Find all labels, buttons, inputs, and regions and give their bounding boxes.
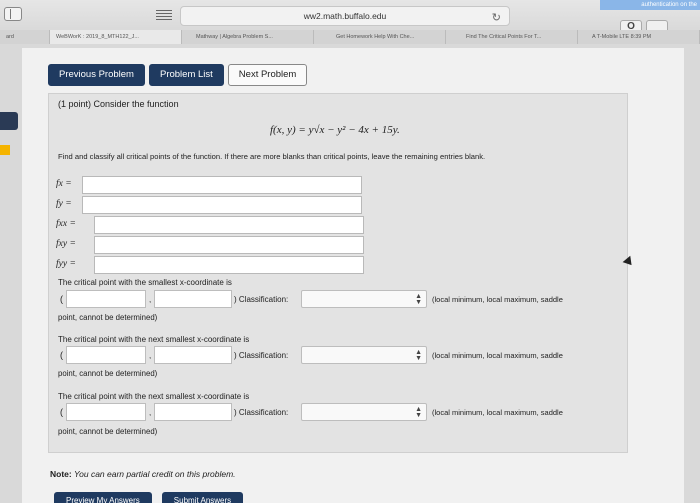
cp1-classification-select[interactable]: ▲ ▼ (301, 290, 427, 308)
cp1-y-input[interactable] (154, 290, 232, 308)
fxx-label: fxx = (56, 219, 76, 229)
browser-toolbar: ww2.math.buffalo.edu ↻ authentication on… (0, 0, 700, 44)
cp3-comma: , (149, 408, 152, 417)
cp2-classification-select[interactable]: ▲ ▼ (301, 346, 427, 364)
next-problem-button[interactable]: Next Problem (227, 64, 308, 86)
fx-input[interactable] (82, 176, 362, 194)
critical-point-1-title: The critical point with the smallest x-c… (58, 278, 232, 287)
tab-bar: ard WeBWorK : 2019_8_MTH122_J... Mathway… (0, 30, 700, 44)
note-text: You can earn partial credit on this prob… (71, 469, 236, 479)
cp1-x-input[interactable] (66, 290, 146, 308)
sidebar-toggle-icon[interactable] (4, 7, 22, 21)
fyy-input[interactable] (94, 256, 364, 274)
reader-icon[interactable] (156, 8, 172, 22)
submit-answers-button[interactable]: Submit Answers (161, 492, 244, 503)
fx-label: fx = (56, 179, 72, 189)
critical-point-3-title: The critical point with the next smalles… (58, 392, 250, 401)
reload-icon[interactable]: ↻ (492, 9, 501, 28)
answer-actions: Preview My Answers Submit Answers (54, 492, 244, 503)
cp3-options-hint: (local minimum, local maximum, saddle (432, 408, 563, 417)
critical-point-2-title: The critical point with the next smalles… (58, 335, 250, 344)
address-bar[interactable]: ww2.math.buffalo.edu ↻ (180, 6, 510, 26)
problem-points: (1 point) Consider the function (58, 99, 179, 109)
tab-chegg[interactable]: Get Homework Help With Che... (314, 30, 446, 44)
cp1-options-hint-2: point, cannot be determined) (58, 313, 158, 322)
cp3-x-input[interactable] (66, 403, 146, 421)
cp1-classification-label: ) Classification: (234, 295, 289, 304)
fxy-label: fxy = (56, 239, 76, 249)
left-edge-marker (0, 145, 10, 155)
cp2-options-hint-2: point, cannot be determined) (58, 369, 158, 378)
fxx-input[interactable] (94, 216, 364, 234)
url-text: ww2.math.buffalo.edu (303, 11, 387, 21)
problem-navigation: Previous Problem Problem List Next Probl… (48, 64, 308, 86)
fxy-input[interactable] (94, 236, 364, 254)
cp1-open-paren: ( (60, 294, 63, 304)
partial-credit-note: Note: You can earn partial credit on thi… (50, 469, 236, 479)
tab-webwork[interactable]: WeBWorK : 2019_8_MTH122_J... (50, 30, 182, 44)
cp2-open-paren: ( (60, 350, 63, 360)
fy-label: fy = (56, 199, 72, 209)
cp2-classification-label: ) Classification: (234, 351, 289, 360)
fy-input[interactable] (82, 196, 362, 214)
note-label: Note: (50, 469, 72, 479)
instructions: Find and classify all critical points of… (58, 152, 486, 161)
cp2-x-input[interactable] (66, 346, 146, 364)
cp2-y-input[interactable] (154, 346, 232, 364)
fyy-label: fyy = (56, 259, 76, 269)
problem-list-button[interactable]: Problem List (148, 64, 224, 86)
left-edge-tab (0, 112, 18, 130)
select-arrows-icon: ▲ ▼ (415, 349, 422, 362)
corner-badge: authentication on the (600, 0, 700, 10)
tab-critical-points[interactable]: Find The Critical Points For T... (446, 30, 578, 44)
function-definition: f(x, y) = y√x − y² − 4x + 15y. (270, 124, 400, 136)
tab-mathway[interactable]: Mathway | Algebra Problem S... (182, 30, 314, 44)
cp1-options-hint: (local minimum, local maximum, saddle (432, 295, 563, 304)
cp2-comma: , (149, 351, 152, 360)
cp3-classification-label: ) Classification: (234, 408, 289, 417)
cp2-options-hint: (local minimum, local maximum, saddle (432, 351, 563, 360)
cp1-comma: , (149, 295, 152, 304)
select-arrows-icon: ▲ ▼ (415, 406, 422, 419)
cp3-classification-select[interactable]: ▲ ▼ (301, 403, 427, 421)
cp3-open-paren: ( (60, 407, 63, 417)
previous-problem-button[interactable]: Previous Problem (48, 64, 145, 86)
cp3-options-hint-2: point, cannot be determined) (58, 427, 158, 436)
preview-answers-button[interactable]: Preview My Answers (54, 492, 152, 503)
tab-0[interactable]: ard (0, 30, 50, 44)
tab-status: A T-Mobile LTE 8:39 PM (578, 30, 700, 44)
cp3-y-input[interactable] (154, 403, 232, 421)
select-arrows-icon: ▲ ▼ (415, 293, 422, 306)
